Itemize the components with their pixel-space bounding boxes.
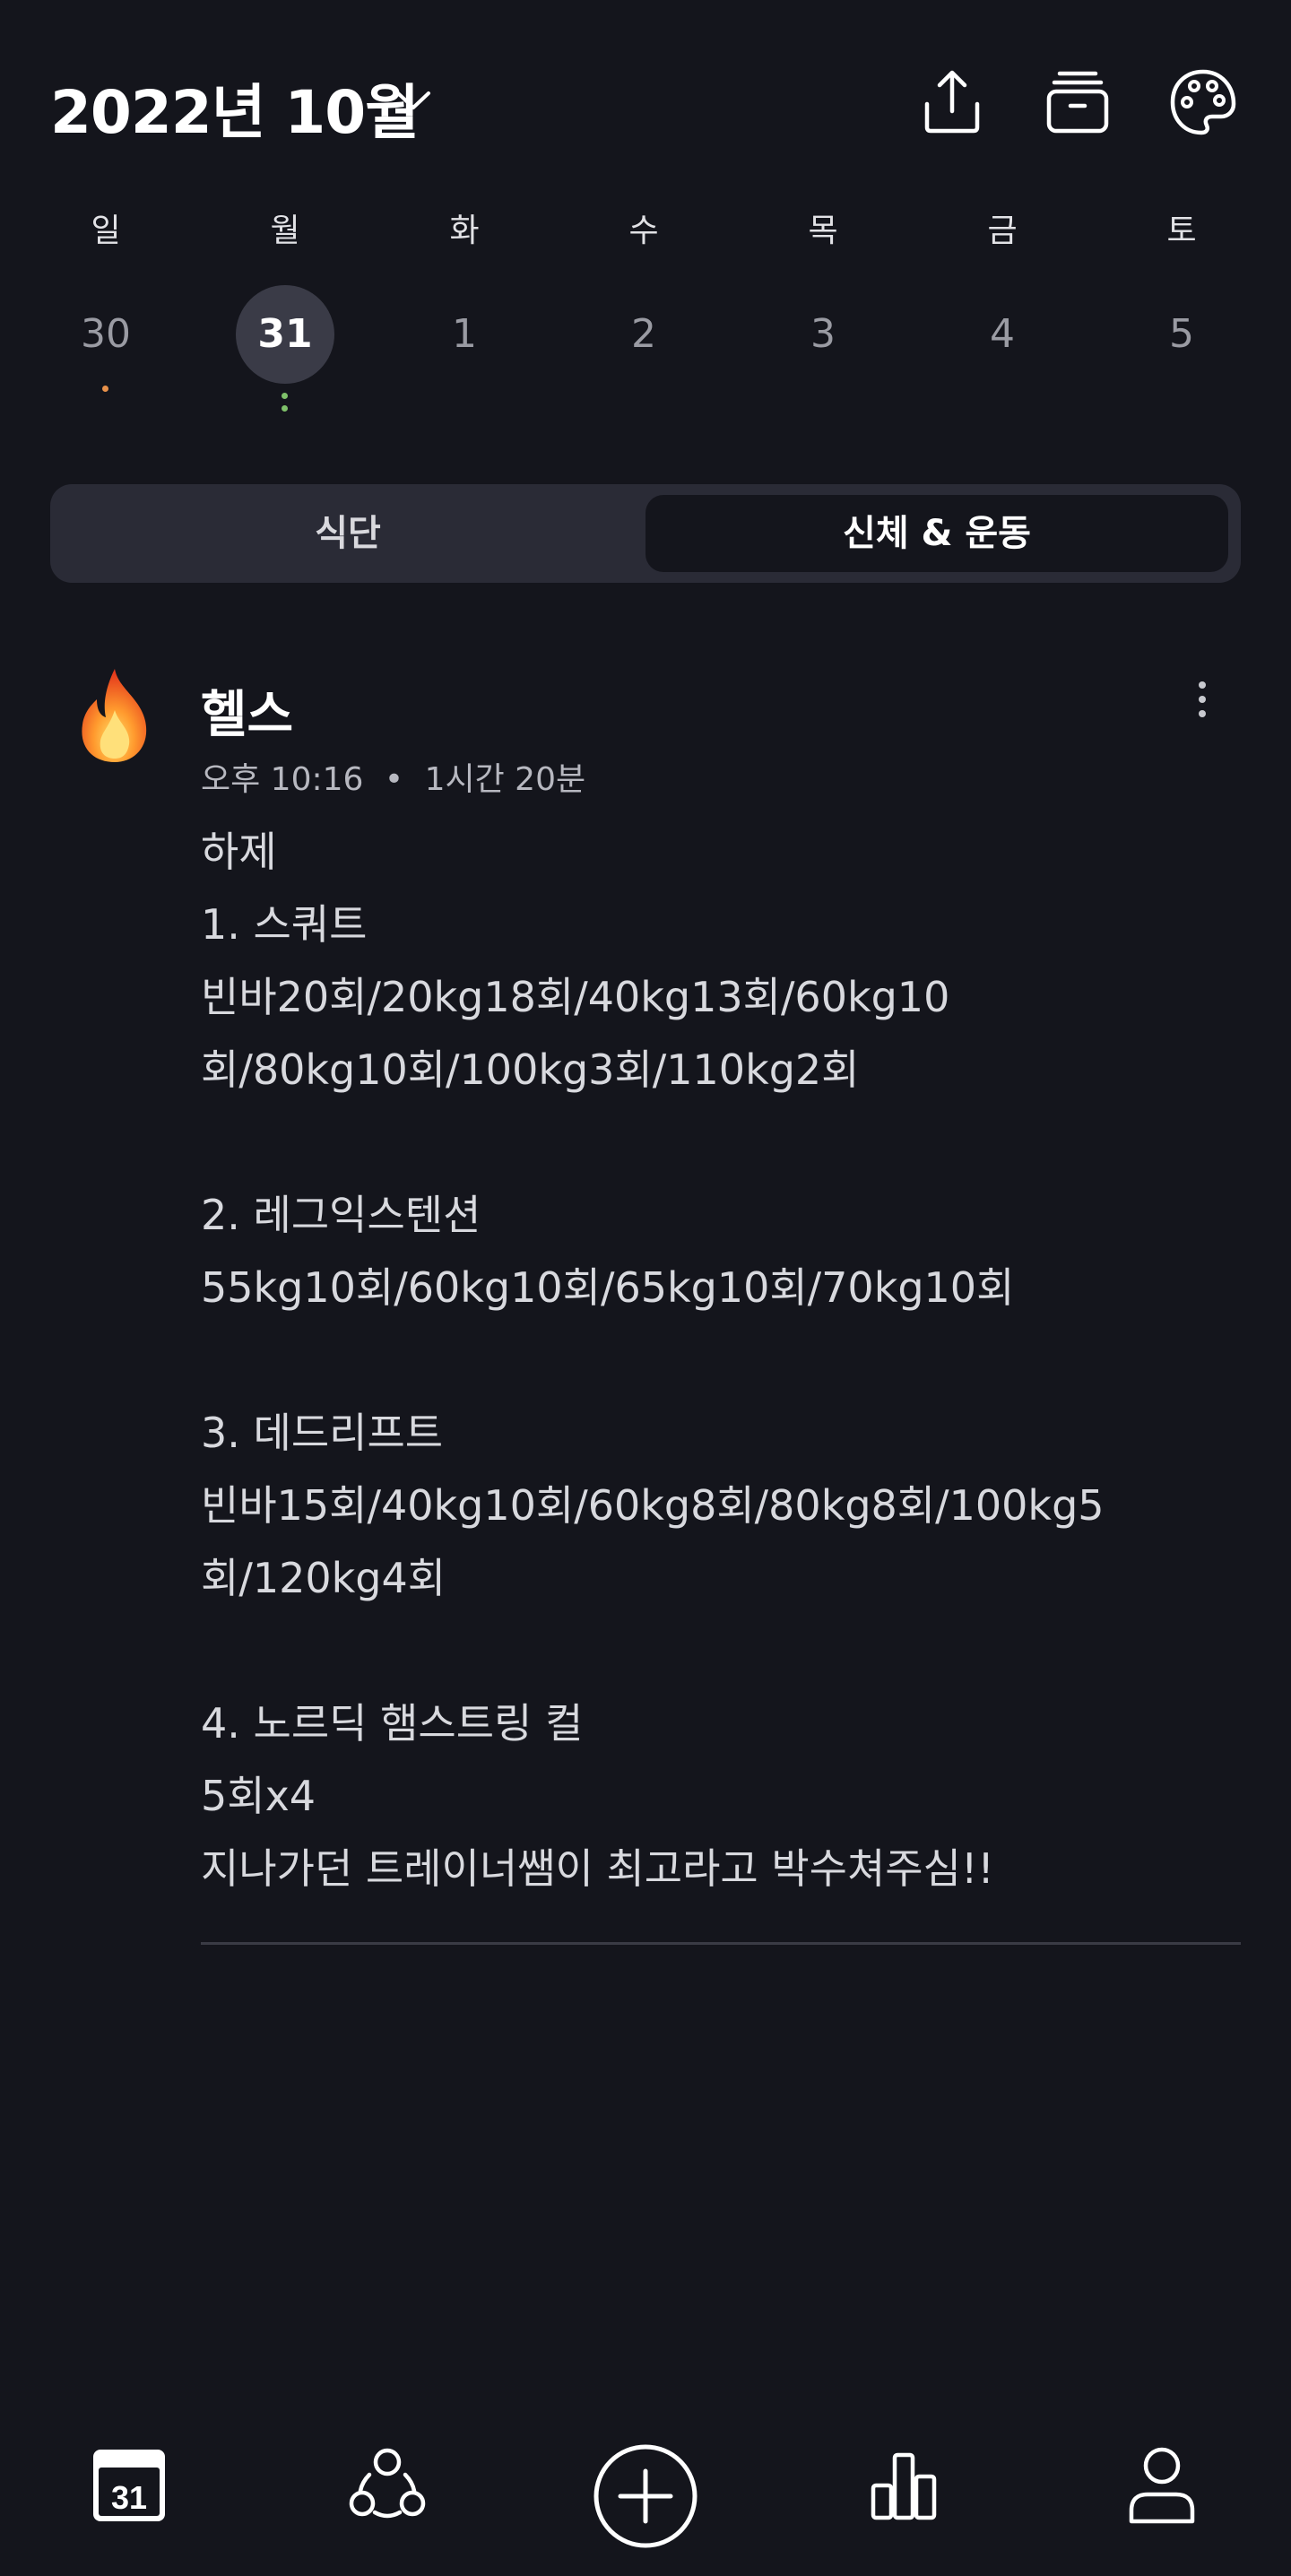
archive-icon[interactable]	[1042, 66, 1113, 138]
entry-title: 헬스	[201, 686, 294, 744]
day-2[interactable]: 2	[594, 285, 693, 384]
weekday-sun: 일	[91, 212, 121, 249]
meta-separator: •	[384, 761, 404, 798]
day-1[interactable]: 1	[415, 285, 514, 384]
weekday-fri: 금	[987, 212, 1018, 249]
month-title[interactable]: 2022년 10월	[50, 65, 420, 151]
palette-icon[interactable]	[1167, 66, 1239, 138]
day-30-diet-dot	[102, 386, 108, 392]
entry-duration: 1시간 20분	[424, 761, 586, 798]
profile-icon[interactable]	[1117, 2439, 1207, 2528]
calendar-day-number: 31	[111, 2479, 147, 2516]
day-31-dot-1	[282, 393, 288, 399]
weekday-wed: 수	[628, 212, 659, 249]
weekday-mon: 월	[270, 212, 300, 249]
share-icon[interactable]	[916, 66, 988, 138]
more-vertical-icon[interactable]	[1189, 680, 1216, 719]
tab-diet[interactable]: 식단	[50, 484, 646, 583]
community-icon[interactable]	[342, 2439, 432, 2528]
weekday-thu: 목	[808, 212, 838, 249]
entry-time: 오후 10:16	[201, 761, 364, 798]
chevron-down-icon[interactable]	[393, 86, 434, 115]
day-31-selected[interactable]: 31	[236, 285, 334, 384]
stats-icon[interactable]	[859, 2439, 949, 2528]
entry-divider	[201, 1942, 1241, 1945]
tab-body-exercise[interactable]: 신체 & 운동	[646, 484, 1228, 583]
weekday-sat: 토	[1166, 212, 1197, 249]
day-31-dot-2	[282, 405, 288, 412]
day-3[interactable]: 3	[774, 285, 872, 384]
entry-note: 하제 1. 스쿼트 빈바20회/20kg18회/40kg13회/60kg10회/…	[201, 828, 1105, 1893]
add-icon[interactable]	[592, 2442, 699, 2550]
day-4[interactable]: 4	[953, 285, 1052, 384]
weekday-tue: 화	[449, 212, 480, 249]
day-30[interactable]: 30	[56, 285, 155, 384]
calendar-icon[interactable]: 31	[84, 2439, 174, 2528]
day-5[interactable]: 5	[1132, 285, 1231, 384]
fire-icon	[82, 669, 147, 762]
entry-meta: 오후 10:16 • 1시간 20분	[201, 753, 585, 800]
